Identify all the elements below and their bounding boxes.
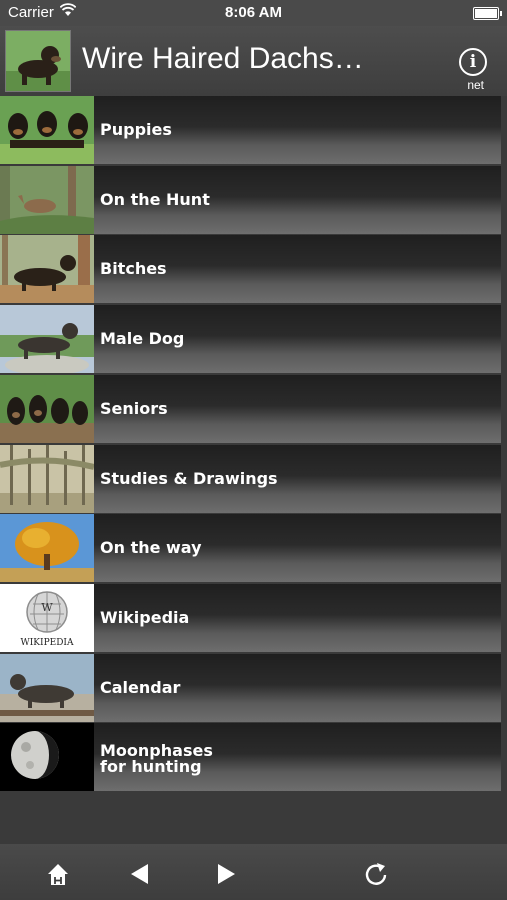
menu-item-label: On the way: [100, 538, 202, 557]
battery-icon: [473, 7, 502, 20]
page-title: Wire Haired Dachs…: [82, 42, 364, 75]
menu-item-label: Calendar: [100, 678, 181, 697]
status-bar: Carrier 8:06 AM: [0, 0, 507, 26]
info-net-label: net: [467, 78, 484, 92]
app-header: Wire Haired Dachs… i net: [0, 26, 507, 96]
wikipedia-logo: W WIKIPEDIA: [0, 584, 94, 652]
menu-item-bitches[interactable]: Bitches: [0, 235, 501, 303]
seniors-photo: [0, 375, 94, 443]
menu-item-male-dog[interactable]: Male Dog: [0, 305, 501, 373]
moon-photo: [0, 723, 94, 791]
bitch-photo: [0, 235, 94, 303]
menu-item-label: Moonphases for hunting: [100, 741, 213, 776]
menu-item-label: Bitches: [100, 259, 167, 278]
male-dog-photo: [0, 305, 94, 373]
menu-item-label: Studies & Drawings: [100, 469, 278, 488]
svg-text:WIKIPEDIA: WIKIPEDIA: [21, 638, 74, 648]
menu-item-label: Wikipedia: [100, 608, 190, 627]
menu-item-calendar[interactable]: Calendar: [0, 654, 501, 722]
menu-item-label: Puppies: [100, 120, 172, 139]
hunt-photo: [0, 166, 94, 234]
puppies-photo: [0, 96, 94, 164]
menu-item-puppies[interactable]: Puppies: [0, 96, 501, 164]
back-arrow-icon[interactable]: [126, 860, 154, 888]
forest-drawing: [0, 445, 94, 513]
menu-item-on-the-hunt[interactable]: On the Hunt: [0, 166, 501, 234]
menu-item-studies-drawings[interactable]: Studies & Drawings: [0, 445, 501, 513]
refresh-icon[interactable]: [362, 860, 390, 888]
home-icon[interactable]: [44, 860, 72, 888]
menu-item-moonphases[interactable]: Moonphases for hunting: [0, 723, 501, 791]
svg-text:W: W: [41, 601, 53, 614]
menu-item-label: Male Dog: [100, 329, 185, 348]
app-logo-dog-photo: [5, 30, 71, 92]
menu-item-wikipedia[interactable]: W WIKIPEDIA Wikipedia: [0, 584, 501, 652]
menu-item-seniors[interactable]: Seniors: [0, 375, 501, 443]
menu-item-on-the-way[interactable]: On the way: [0, 514, 501, 582]
info-button[interactable]: i: [459, 48, 487, 76]
calendar-dog-photo: [0, 654, 94, 722]
bottom-toolbar: [0, 844, 507, 900]
forward-arrow-icon[interactable]: [212, 860, 240, 888]
clock: 8:06 AM: [225, 4, 282, 21]
menu-item-label: Seniors: [100, 399, 168, 418]
autumn-tree-photo: [0, 514, 94, 582]
menu-item-label: On the Hunt: [100, 190, 210, 209]
